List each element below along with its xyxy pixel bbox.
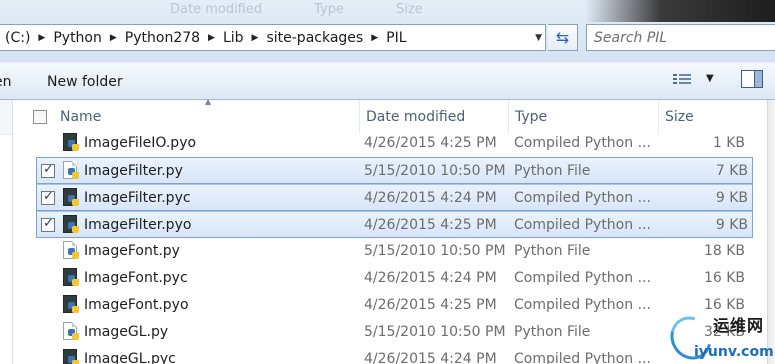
- column-header-date[interactable]: Date modified: [360, 100, 509, 134]
- file-type: Compiled Python ...: [514, 270, 651, 286]
- watermark-text: 运维网: [713, 316, 765, 335]
- file-type: Compiled Python ...: [514, 135, 651, 151]
- breadcrumb-drive[interactable]: (C:): [5, 30, 30, 46]
- chevron-right-icon[interactable]: ▶: [371, 33, 378, 43]
- view-options-icon[interactable]: [673, 72, 691, 86]
- file-name: ImageFilter.pyo: [84, 217, 192, 233]
- file-name: ImageFilter.pyc: [84, 190, 191, 206]
- file-size: 1 KB: [712, 135, 745, 151]
- file-size: 7 KB: [715, 163, 748, 179]
- file-date: 5/15/2010 10:50 PM: [364, 163, 506, 179]
- search-box[interactable]: [586, 24, 775, 51]
- file-date: 4/26/2015 4:25 PM: [364, 217, 497, 233]
- python-file-icon: [62, 161, 80, 181]
- file-type: Python File: [514, 163, 591, 179]
- compiled-python-icon: [62, 133, 80, 153]
- column-label: Type: [515, 109, 548, 125]
- column-label: Size: [665, 109, 694, 125]
- column-header-size[interactable]: Size: [659, 100, 754, 134]
- file-size: 18 KB: [703, 243, 745, 259]
- file-type: Python File: [514, 243, 591, 259]
- file-name: ImageFont.pyc: [84, 270, 188, 286]
- file-date: 4/26/2015 4:25 PM: [364, 297, 497, 313]
- file-row[interactable]: ImageFileIO.pyo 4/26/2015 4:25 PM Compiled…: [14, 130, 767, 157]
- new-folder-button[interactable]: New folder: [47, 74, 123, 90]
- column-header: Name ▲ Date modified Type Size: [14, 97, 767, 134]
- file-date: 5/15/2010 10:50 PM: [364, 243, 506, 259]
- row-checkbox[interactable]: [41, 216, 55, 232]
- breadcrumb-pil[interactable]: PIL: [386, 30, 406, 46]
- file-name: ImageFilter.py: [84, 163, 183, 179]
- breadcrumb-lib[interactable]: Lib: [223, 30, 244, 46]
- file-date: 4/26/2015 4:24 PM: [364, 351, 497, 364]
- file-size: 9 KB: [715, 190, 748, 206]
- file-type: Compiled Python ...: [514, 190, 651, 206]
- compiled-python-icon: [62, 349, 80, 364]
- compiled-python-icon: [62, 295, 80, 315]
- command-bar: en New folder: [0, 62, 775, 100]
- file-date: 5/15/2010 10:50 PM: [364, 324, 506, 340]
- file-type: Python File: [514, 324, 591, 340]
- row-checkbox[interactable]: [41, 189, 55, 205]
- refresh-button[interactable]: ⇆: [548, 24, 578, 51]
- navigation-pane[interactable]: [0, 100, 13, 364]
- python-file-icon: [62, 241, 80, 261]
- compiled-python-icon: [62, 268, 80, 288]
- breadcrumb-python278[interactable]: Python278: [125, 30, 200, 46]
- sort-ascending-icon: ▲: [205, 97, 212, 106]
- column-label: Name: [60, 109, 102, 125]
- background-window-ghost: Date modified Type Size: [170, 2, 423, 17]
- column-header-type[interactable]: Type: [509, 100, 659, 134]
- refresh-icon: ⇆: [555, 28, 570, 47]
- ghost-label: Size: [395, 2, 423, 17]
- column-label: Date modified: [366, 109, 466, 125]
- breadcrumb-python[interactable]: Python: [53, 30, 102, 46]
- compiled-python-icon: [62, 188, 80, 208]
- file-name: ImageGL.pyc: [84, 351, 176, 364]
- python-file-icon: [62, 322, 80, 342]
- file-row[interactable]: ImageFilter.py 5/15/2010 10:50 PM Python F…: [36, 157, 753, 184]
- file-row[interactable]: ImageFilter.pyo 4/26/2015 4:25 PM Compiled…: [36, 211, 753, 238]
- file-row[interactable]: ImageFont.pyo 4/26/2015 4:25 PM Compiled P…: [14, 292, 767, 319]
- file-row[interactable]: ImageFont.py 5/15/2010 10:50 PM Python Fil…: [14, 238, 767, 265]
- open-button[interactable]: en: [0, 74, 12, 90]
- chevron-right-icon[interactable]: ▶: [110, 33, 117, 43]
- file-date: 4/26/2015 4:25 PM: [364, 135, 497, 151]
- column-header-name[interactable]: Name ▲: [30, 97, 360, 134]
- file-type: Compiled Python ...: [514, 217, 651, 233]
- file-type: Compiled Python ...: [514, 297, 651, 313]
- ghost-label: Date modified: [170, 2, 263, 17]
- file-row[interactable]: ImageFont.pyc 4/26/2015 4:24 PM Compiled P…: [14, 265, 767, 292]
- file-name: ImageFont.pyo: [84, 297, 189, 313]
- file-list: ImageFileIO.pyo 4/26/2015 4:25 PM Compiled…: [14, 130, 767, 364]
- address-bar[interactable]: (C:) ▶ Python ▶ Python278 ▶ Lib ▶ site-p…: [0, 24, 546, 51]
- title-bar-corner: [585, 0, 775, 22]
- site-watermark: 运维网 iyunv.com: [662, 308, 775, 364]
- chevron-down-icon[interactable]: ▼: [535, 33, 542, 43]
- file-date: 4/26/2015 4:24 PM: [364, 270, 497, 286]
- preview-pane-icon[interactable]: [741, 70, 763, 88]
- file-type: Compiled Python ...: [514, 351, 651, 364]
- file-date: 4/26/2015 4:24 PM: [364, 190, 497, 206]
- row-checkbox[interactable]: [41, 162, 55, 178]
- file-size: 9 KB: [715, 217, 748, 233]
- breadcrumb-site-packages[interactable]: site-packages: [266, 30, 363, 46]
- chevron-down-icon[interactable]: ▼: [706, 73, 714, 84]
- file-size: 16 KB: [703, 270, 745, 286]
- watermark-url: iyunv.com: [694, 344, 774, 360]
- file-name: ImageGL.py: [84, 324, 169, 340]
- file-row[interactable]: ImageFilter.pyc 4/26/2015 4:24 PM Compiled…: [36, 184, 753, 211]
- chevron-right-icon[interactable]: ▶: [252, 33, 259, 43]
- chevron-right-icon[interactable]: ▶: [38, 33, 45, 43]
- file-name: ImageFont.py: [84, 243, 180, 259]
- file-size: 16 KB: [703, 297, 745, 313]
- file-row[interactable]: ImageGL.py 5/15/2010 10:50 PM Python File 3…: [14, 319, 767, 346]
- file-name: ImageFileIO.pyo: [84, 135, 197, 151]
- compiled-python-icon: [62, 215, 80, 235]
- file-row[interactable]: ImageGL.pyc 4/26/2015 4:24 PM Compiled Pyt…: [14, 346, 767, 364]
- search-input[interactable]: [587, 25, 775, 50]
- ghost-label: Type: [314, 2, 344, 17]
- chevron-right-icon[interactable]: ▶: [208, 33, 215, 43]
